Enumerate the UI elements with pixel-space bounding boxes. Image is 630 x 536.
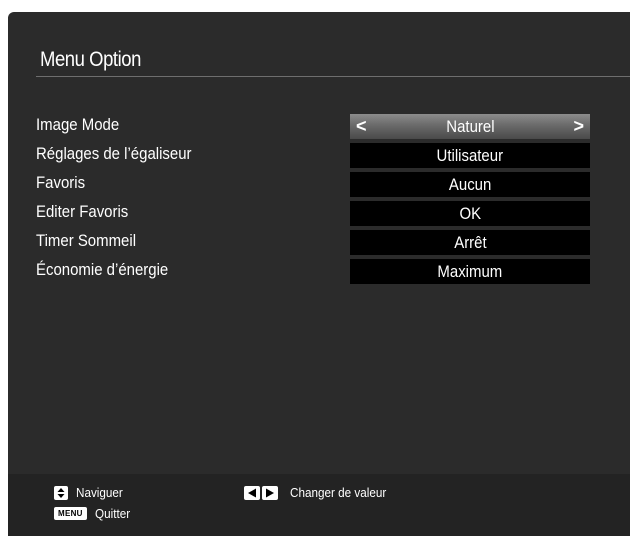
help-navigate: Naviguer xyxy=(54,483,128,501)
chevron-right-icon[interactable]: > xyxy=(573,114,584,139)
favorites-selector[interactable]: Aucun xyxy=(350,172,590,197)
equalizer-value: Utilisateur xyxy=(436,146,504,165)
setting-label-sleep-timer: Timer Sommeil xyxy=(36,231,137,250)
help-bar: Naviguer Changer de valeur MENU Quitter xyxy=(8,474,630,536)
sleep-timer-value: Arrêt xyxy=(453,233,487,252)
edit-favorites-value: OK xyxy=(459,204,481,223)
sleep-timer-selector[interactable]: Arrêt xyxy=(350,230,590,255)
energy-saving-selector[interactable]: Maximum xyxy=(350,259,590,284)
settings-values: < Naturel > Utilisateur Aucun OK Arrêt M… xyxy=(350,114,590,288)
help-change-value: Changer de valeur xyxy=(244,483,397,501)
up-down-key-icon xyxy=(54,485,68,500)
setting-label-equalizer: Réglages de l’égaliseur xyxy=(36,144,192,163)
favorites-value: Aucun xyxy=(448,175,492,194)
left-key-icon xyxy=(244,485,260,500)
help-navigate-text: Naviguer xyxy=(76,484,123,500)
edit-favorites-button[interactable]: OK xyxy=(350,201,590,226)
image-mode-selector[interactable]: < Naturel > xyxy=(350,114,590,139)
equalizer-selector[interactable]: Utilisateur xyxy=(350,143,590,168)
image-mode-value: Naturel xyxy=(445,117,495,136)
chevron-left-icon[interactable]: < xyxy=(356,114,367,139)
tv-menu-panel: Menu Option Image Mode Réglages de l’éga… xyxy=(8,12,630,536)
help-quit-text: Quitter xyxy=(94,505,130,521)
right-key-icon xyxy=(262,485,278,500)
setting-label-image-mode: Image Mode xyxy=(36,115,120,134)
help-quit: MENU Quitter xyxy=(54,504,134,522)
menu-title: Menu Option xyxy=(40,48,141,71)
setting-label-favorites: Favoris xyxy=(36,173,86,192)
settings-labels: Image Mode Réglages de l’égaliseur Favor… xyxy=(36,110,213,284)
setting-label-energy-saving: Économie d’énergie xyxy=(36,260,169,279)
energy-saving-value: Maximum xyxy=(437,262,503,281)
menu-key-icon: MENU xyxy=(54,507,87,521)
help-change-value-text: Changer de valeur xyxy=(290,484,387,500)
setting-label-edit-favorites: Editer Favoris xyxy=(36,202,129,221)
title-divider xyxy=(36,76,630,77)
